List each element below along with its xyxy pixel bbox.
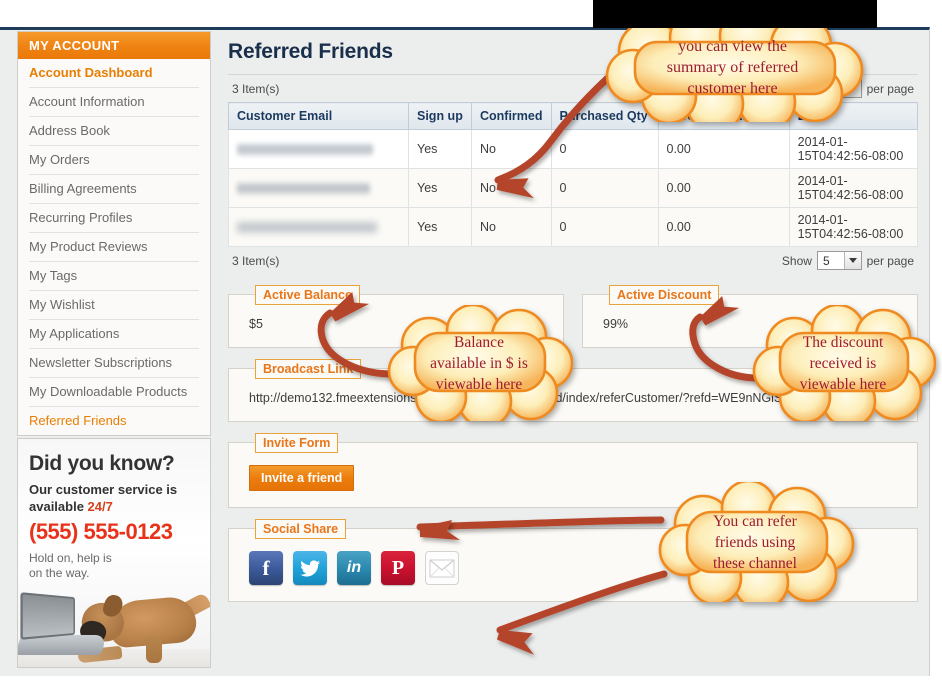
callout-discount: The discount received is viewable here [750,305,936,421]
promo-note-line1: Hold on, help is [29,551,112,565]
promo-phone-number: (555) 555-0123 [29,519,172,545]
sidebar-item-my-product-reviews[interactable]: My Product Reviews [29,233,199,262]
callout-channels-text: You can refer friends using these channe… [697,511,813,574]
callout-balance-text: Balance available in $ is viewable here [416,332,542,395]
pager-bottom: 3 Item(s) Show 5 per page [228,247,918,274]
sidebar-title: MY ACCOUNT [18,32,210,59]
cell-purchased-amount: 0.00 [658,130,789,169]
column-header-confirmed[interactable]: Confirmed [472,103,552,130]
per-page-label-top: per page [867,82,914,96]
sidebar-item-my-wishlist[interactable]: My Wishlist [29,291,199,320]
cell-sign-up: Yes [409,169,472,208]
cell-sign-up: Yes [409,208,472,247]
promo-availability-highlight: 24/7 [88,499,113,514]
pinterest-icon[interactable]: P [381,551,415,585]
table-row: saad.majeed@gmail.com Yes No 0 0.00 2014… [229,208,918,247]
did-you-know-promo: Did you know? Our customer service is av… [17,438,211,668]
cell-confirmed: No [472,130,552,169]
promo-subtext: Our customer service is available 24/7 [29,481,189,515]
per-page-value-bottom: 5 [818,252,844,269]
cell-confirmed: No [472,208,552,247]
column-header-sign-up[interactable]: Sign up [409,103,472,130]
sidebar-item-billing-agreements[interactable]: Billing Agreements [29,175,199,204]
show-label-bottom: Show [782,254,812,268]
promo-note-line2: on the way. [29,566,89,580]
table-body: saad.majeed@unitedbsil.net Yes No 0 0.00… [229,130,918,247]
active-balance-legend: Active Balance [255,285,360,305]
cell-purchased-amount: 0.00 [658,208,789,247]
sidebar-box: MY ACCOUNT Account Dashboard Account Inf… [17,31,211,436]
facebook-icon[interactable]: f [249,551,283,585]
callout-summary: you can view the summary of referred cus… [595,12,870,122]
cell-customer-email: saad.majeed@gmail.com [229,208,409,247]
redacted-email: farman.ullah@unitedbsil.net [237,182,370,195]
cell-customer-email: farman.ullah@unitedbsil.net [229,169,409,208]
cell-date: 2014-01-15T04:42:56-08:00 [789,130,917,169]
social-share-legend: Social Share [255,519,346,539]
per-page-control-bottom: Show 5 per page [782,251,918,270]
sidebar-item-my-downloadable-products[interactable]: My Downloadable Products [29,378,199,407]
table-row: saad.majeed@unitedbsil.net Yes No 0 0.00… [229,130,918,169]
active-discount-legend: Active Discount [609,285,719,305]
email-icon[interactable] [425,551,459,585]
sidebar-item-account-dashboard[interactable]: Account Dashboard [29,59,199,88]
sidebar-item-my-tags[interactable]: My Tags [29,262,199,291]
promo-note: Hold on, help is on the way. [29,551,139,581]
promo-subtext-line2: available [29,499,88,514]
cell-purchased-qty: 0 [551,169,658,208]
sidebar-item-newsletter-subscriptions[interactable]: Newsletter Subscriptions [29,349,199,378]
bottom-margin-strip [0,676,942,682]
callout-summary-text: you can view the summary of referred cus… [645,36,821,99]
cell-purchased-qty: 0 [551,208,658,247]
redaction-bar [593,0,877,28]
referred-friends-table: Customer Email Sign up Confirmed Purchas… [228,102,918,247]
item-count-top: 3 Item(s) [228,82,279,96]
cell-customer-email: saad.majeed@unitedbsil.net [229,130,409,169]
invite-form-legend: Invite Form [255,433,338,453]
column-header-customer-email[interactable]: Customer Email [229,103,409,130]
sidebar-item-recurring-profiles[interactable]: Recurring Profiles [29,204,199,233]
chevron-down-icon [844,252,861,269]
sidebar-nav-list: Account Dashboard Account Information Ad… [18,59,210,435]
sidebar-item-my-applications[interactable]: My Applications [29,320,199,349]
callout-discount-text: The discount received is viewable here [786,332,901,395]
linkedin-icon[interactable]: in [337,551,371,585]
twitter-icon[interactable] [293,551,327,585]
cell-date: 2014-01-15T04:42:56-08:00 [789,208,917,247]
sidebar-item-address-book[interactable]: Address Book [29,117,199,146]
page-root: MY ACCOUNT Account Dashboard Account Inf… [0,0,942,682]
redacted-email: saad.majeed@unitedbsil.net [237,143,373,156]
item-count-bottom: 3 Item(s) [228,254,279,268]
per-page-label-bottom: per page [867,254,914,268]
callout-channels: You can refer friends using these channe… [655,482,855,602]
per-page-select-bottom[interactable]: 5 [817,251,862,270]
promo-heading: Did you know? [29,452,174,476]
redacted-email: saad.majeed@gmail.com [237,221,377,234]
sidebar-item-referred-friends[interactable]: Referred Friends [29,407,199,435]
cell-purchased-amount: 0.00 [658,169,789,208]
sidebar-item-my-orders[interactable]: My Orders [29,146,199,175]
cell-sign-up: Yes [409,130,472,169]
account-sidebar: MY ACCOUNT Account Dashboard Account Inf… [17,31,211,436]
sidebar-item-account-information[interactable]: Account Information [29,88,199,117]
broadcast-link-legend: Broadcast Link [255,359,361,379]
cell-confirmed: No [472,169,552,208]
invite-a-friend-button[interactable]: Invite a friend [249,465,354,491]
callout-balance: Balance available in $ is viewable here [385,305,573,421]
cell-purchased-qty: 0 [551,130,658,169]
promo-subtext-line1: Our customer service is [29,482,177,497]
cell-date: 2014-01-15T04:42:56-08:00 [789,169,917,208]
table-row: farman.ullah@unitedbsil.net Yes No 0 0.0… [229,169,918,208]
